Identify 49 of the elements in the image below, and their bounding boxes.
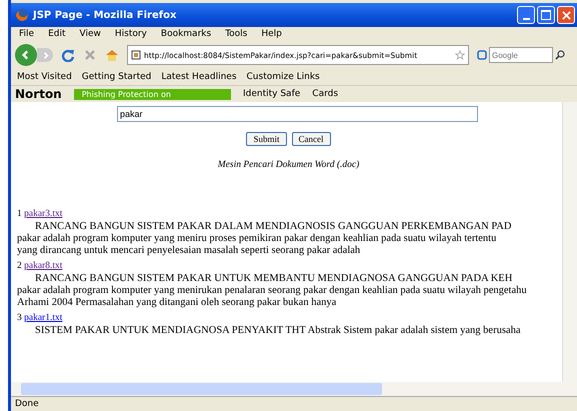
- search-field[interactable]: Google: [489, 47, 553, 63]
- result-text: RANCANG BANGUN SISTEM PAKAR DALAM MENDIAGNOSIS GANGGUAN PERKEMBANGAN PAD: [34, 221, 512, 233]
- search-engine-icon[interactable]: [477, 50, 487, 60]
- home-icon[interactable]: [105, 48, 119, 62]
- reload-icon[interactable]: [61, 48, 75, 62]
- result-text: RANCANG BANGUN SISTEM PAKAR UNTUK MEMBANTU MENDIAGNOSA GANGGUAN PADA KEH: [34, 273, 514, 285]
- close-icon: [562, 10, 570, 20]
- menu-item[interactable]: Tools: [225, 29, 248, 39]
- result-number: 1: [17, 209, 22, 219]
- result-text: pakar adalah program komputer yang menirukan penalaran seorang pakar dengan keahlian pada suatu wilayah pengetahu: [17, 285, 528, 297]
- form-button[interactable]: Cancel: [292, 132, 330, 146]
- window-title: JSP Page - Mozilla Firefox: [33, 10, 178, 20]
- menu-item[interactable]: Help: [261, 29, 282, 39]
- maximize-button[interactable]: [537, 6, 555, 24]
- horizontal-scrollbar[interactable]: [11, 382, 577, 396]
- form-button[interactable]: Submit: [246, 132, 286, 146]
- bookmark-item[interactable]: Customize Links: [246, 72, 320, 82]
- status-text: Done: [15, 399, 39, 409]
- menu-item[interactable]: Bookmarks: [160, 29, 212, 39]
- result-number: 3: [17, 313, 22, 323]
- query-field[interactable]: pakar: [117, 106, 478, 122]
- identity-safe-menu[interactable]: Identity Safe: [242, 89, 300, 99]
- menu-item[interactable]: File: [19, 29, 34, 39]
- vertical-scrollbar[interactable]: [562, 102, 577, 382]
- menu-item[interactable]: View: [80, 29, 101, 39]
- cards-menu[interactable]: Cards: [312, 89, 338, 99]
- result-link[interactable]: pakar3.txt: [24, 209, 62, 219]
- page-caption: Mesin Pencari Dokumen Word (.doc): [216, 160, 360, 170]
- result-link[interactable]: pakar1.txt: [24, 313, 62, 323]
- menu-item[interactable]: History: [114, 29, 147, 39]
- page-icon: [131, 50, 141, 60]
- result-link[interactable]: pakar8.txt: [24, 261, 62, 271]
- result-text: yang dirancang untuk mencari penyelesaian masalah seperti seorang pakar adalah: [17, 245, 362, 257]
- result-text: Arhami 2004 Permasalahan yang ditangani oleh seorang pakar bukan hanya: [17, 297, 338, 309]
- bookmark-item[interactable]: Getting Started: [82, 72, 152, 82]
- bookmark-item[interactable]: Latest Headlines: [161, 72, 237, 82]
- star-icon[interactable]: [455, 50, 465, 60]
- back-button[interactable]: [15, 44, 37, 66]
- bookmark-item[interactable]: Most Visited: [17, 72, 72, 82]
- stop-icon[interactable]: [83, 48, 97, 62]
- firefox-icon: [15, 8, 29, 22]
- result-text: pakar adalah program komputer yang meniru proses pemikiran pakar dengan keahlian pada suatu wilayah tertentu: [17, 233, 498, 245]
- menu-item[interactable]: Edit: [48, 29, 66, 39]
- close-button[interactable]: [557, 6, 575, 24]
- result-text: SISTEM PAKAR UNTUK MENDIAGNOSA PENYAKIT THT Abstrak Sistem pakar adalah sistem yang berusaha: [34, 325, 522, 337]
- search-icon[interactable]: [555, 50, 565, 60]
- minimize-button[interactable]: [517, 6, 535, 24]
- norton-logo: Norton: [15, 87, 62, 101]
- result-number: 2: [17, 261, 22, 271]
